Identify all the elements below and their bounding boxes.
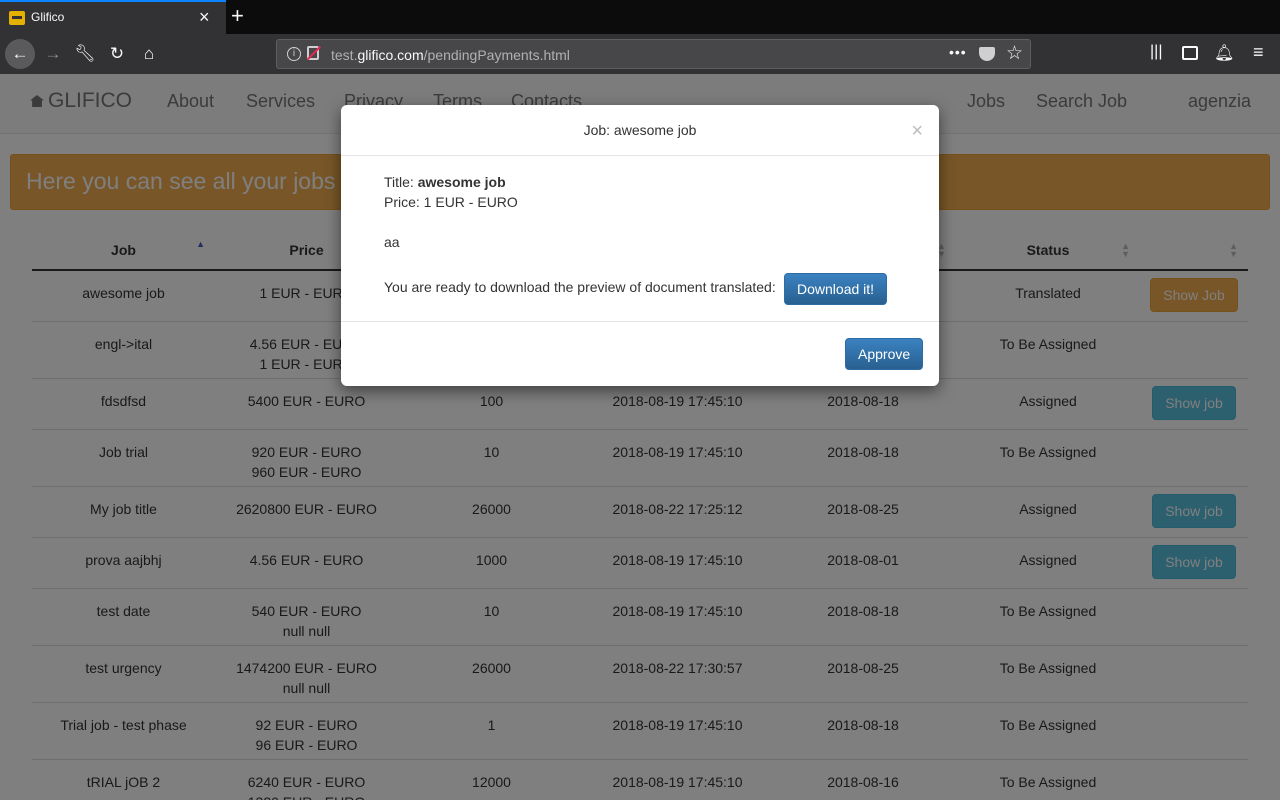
modal-body: Title: awesome job Price: 1 EUR - EURO a… — [341, 156, 939, 322]
url-text[interactable]: test.glifico.com/pendingPayments.html — [331, 47, 570, 63]
download-prompt: You are ready to download the preview of… — [384, 279, 776, 295]
modal-header: Job: awesome job × — [341, 105, 939, 156]
wrench-icon[interactable]: 🔧︎ — [70, 39, 100, 69]
job-description: aa — [384, 234, 400, 250]
modal-title: Job: awesome job — [583, 122, 697, 138]
close-tab-icon[interactable]: × — [199, 7, 210, 27]
sidebar-icon[interactable] — [1182, 46, 1198, 60]
job-title-value: awesome job — [417, 174, 506, 190]
approve-button[interactable]: Approve — [845, 338, 924, 370]
pocket-icon[interactable] — [979, 47, 995, 61]
home-icon[interactable]: ⌂ — [134, 39, 164, 69]
tab-strip: Glifico × + — [0, 0, 1280, 34]
url-bar[interactable]: i test.glifico.com/pendingPayments.html … — [276, 39, 1031, 69]
download-button[interactable]: Download it! — [784, 273, 888, 305]
new-tab-button[interactable]: + — [231, 3, 244, 29]
info-icon[interactable]: i — [287, 47, 301, 61]
bookmark-star-icon[interactable]: ☆ — [1006, 42, 1023, 65]
job-title-line: Title: awesome job — [384, 174, 506, 190]
job-modal: Job: awesome job × Title: awesome job Pr… — [341, 105, 939, 386]
bell-icon[interactable]: 🔔︎ — [1214, 43, 1234, 63]
hamburger-menu-icon[interactable]: ≡ — [1253, 42, 1264, 63]
reload-icon[interactable]: ↻ — [102, 39, 132, 69]
close-icon[interactable]: × — [911, 121, 923, 141]
browser-tab[interactable]: Glifico × — [0, 0, 226, 34]
back-arrow-icon[interactable]: ← — [5, 39, 35, 69]
tab-title: Glifico — [31, 10, 65, 24]
browser-toolbar: ← → 🔧︎ ↻ ⌂ i test.glifico.com/pendingPay… — [0, 34, 1280, 84]
job-price-line: Price: 1 EUR - EURO — [384, 194, 518, 210]
forward-arrow-icon[interactable]: → — [38, 39, 68, 69]
glifico-favicon-icon — [9, 11, 25, 25]
page-actions-icon[interactable]: ••• — [949, 44, 967, 60]
library-icon[interactable]: ||| — [1150, 43, 1162, 61]
insecure-lock-icon[interactable] — [307, 46, 319, 60]
